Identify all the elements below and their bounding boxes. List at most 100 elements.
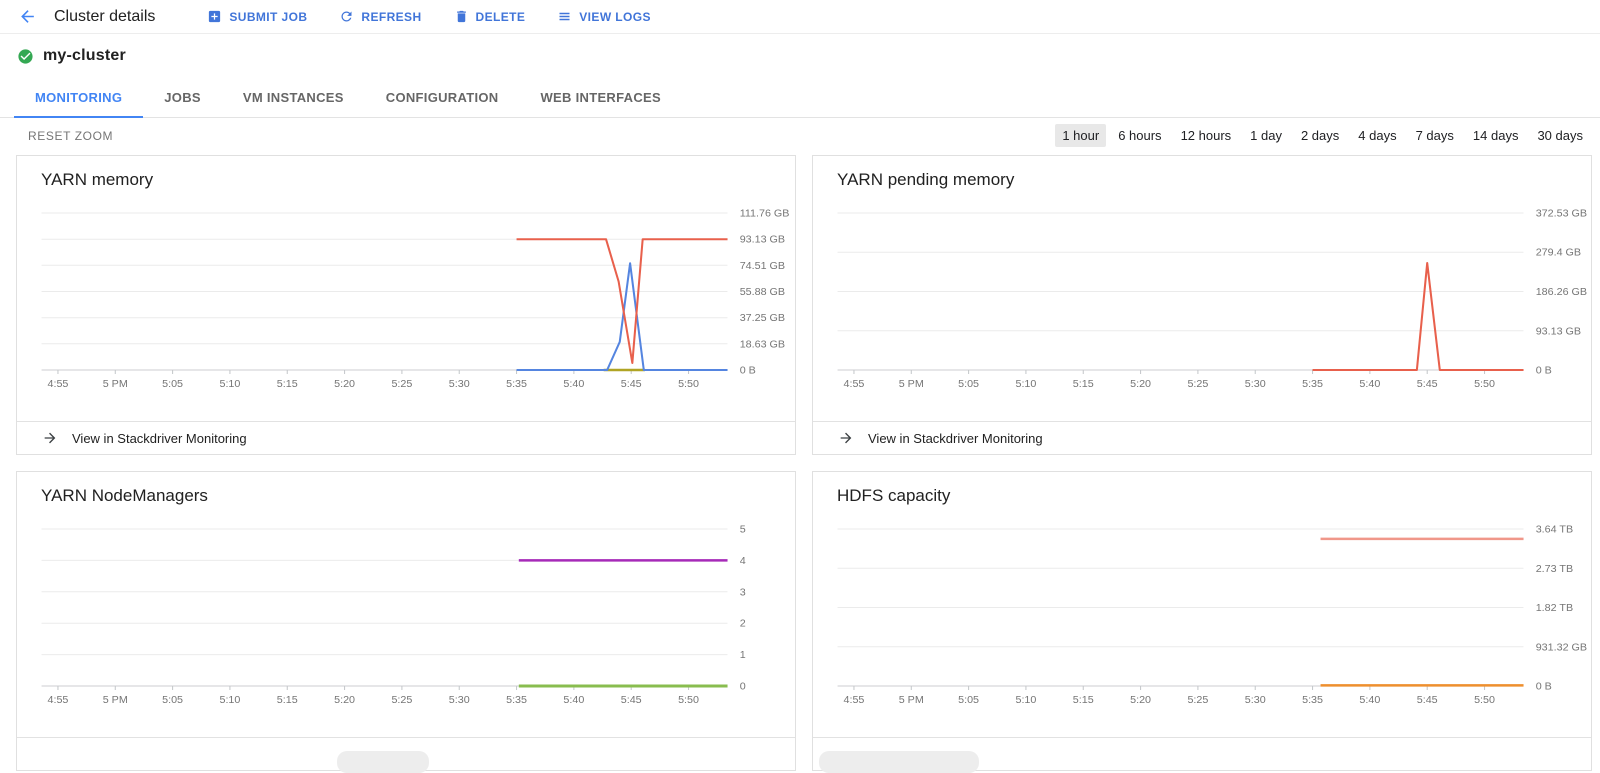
svg-text:5:40: 5:40 [1359,694,1380,706]
stackdriver-link-row[interactable] [813,737,1591,770]
svg-text:0 B: 0 B [1536,681,1552,693]
yarn-pending-memory-card: YARN pending memory 372.53 GB 279.4 GB 186… [812,155,1592,455]
range-12-hours[interactable]: 12 hours [1174,124,1239,147]
svg-text:372.53 GB: 372.53 GB [1536,208,1587,220]
svg-text:3.64 TB: 3.64 TB [1536,524,1573,536]
range-1-hour[interactable]: 1 hour [1055,124,1106,147]
svg-text:5:05: 5:05 [162,694,183,706]
svg-text:93.13 GB: 93.13 GB [740,234,785,246]
range-7-days[interactable]: 7 days [1409,124,1461,147]
svg-text:5:50: 5:50 [1474,378,1495,390]
svg-text:5:30: 5:30 [449,694,470,706]
delete-button[interactable]: DELETE [454,9,526,24]
chart-title: YARN memory [17,156,795,200]
list-lines-icon [557,9,572,24]
svg-text:5:20: 5:20 [1130,378,1151,390]
stackdriver-link-row[interactable] [17,737,795,770]
svg-text:2: 2 [740,618,746,630]
svg-text:5:30: 5:30 [1245,378,1266,390]
cluster-name: my-cluster [43,47,126,65]
tab-configuration[interactable]: CONFIGURATION [365,78,520,118]
tab-web-interfaces[interactable]: WEB INTERFACES [519,78,681,118]
range-4-days[interactable]: 4 days [1351,124,1403,147]
refresh-label: REFRESH [361,10,421,24]
svg-text:4:55: 4:55 [843,378,864,390]
range-1-day[interactable]: 1 day [1243,124,1289,147]
reset-zoom-button[interactable]: RESET ZOOM [28,129,113,143]
svg-text:5:25: 5:25 [1187,378,1208,390]
submit-job-button[interactable]: SUBMIT JOB [207,9,307,24]
tab-vm-instances[interactable]: VM INSTANCES [222,78,365,118]
view-logs-label: VIEW LOGS [579,10,651,24]
svg-text:5:25: 5:25 [391,694,412,706]
svg-text:5 PM: 5 PM [103,694,128,706]
yarn-nodemanagers-chart[interactable]: 5432104:555 PM5:055:105:155:205:255:305:… [17,516,795,737]
svg-text:5:10: 5:10 [219,694,240,706]
svg-text:93.13 GB: 93.13 GB [1536,325,1581,337]
hdfs-capacity-chart[interactable]: 3.64 TB 2.73 TB 1.82 TB 931.32 GB 0 B 4:55 5 P… [813,516,1591,737]
svg-text:5:30: 5:30 [1245,694,1266,706]
status-ok-icon [17,48,34,65]
view-logs-button[interactable]: VIEW LOGS [557,9,651,24]
svg-text:55.88 GB: 55.88 GB [740,286,785,298]
svg-text:1.82 TB: 1.82 TB [1536,602,1573,614]
svg-text:5:45: 5:45 [621,694,642,706]
yarn-pending-memory-chart[interactable]: 372.53 GB 279.4 GB 186.26 GB 93.13 GB 0 B 4:5… [813,200,1591,421]
svg-text:5 PM: 5 PM [899,378,924,390]
range-6-hours[interactable]: 6 hours [1111,124,1168,147]
yarn-nodemanagers-card: YARN NodeManagers 5432104:555 PM5:055:10… [16,471,796,771]
svg-text:5:20: 5:20 [334,694,355,706]
svg-text:5:40: 5:40 [563,378,584,390]
svg-text:5:30: 5:30 [449,378,470,390]
svg-text:5:20: 5:20 [1130,694,1151,706]
svg-text:4:55: 4:55 [843,694,864,706]
tab-monitoring[interactable]: MONITORING [14,78,143,118]
svg-text:5:15: 5:15 [1073,694,1094,706]
svg-text:5:20: 5:20 [334,378,355,390]
svg-text:5:40: 5:40 [1359,378,1380,390]
svg-text:5:45: 5:45 [621,378,642,390]
svg-text:4: 4 [740,555,746,567]
chart-toolbar: RESET ZOOM 1 hour 6 hours 12 hours 1 day… [0,118,1600,153]
back-button[interactable] [14,4,40,30]
svg-text:5:15: 5:15 [277,378,298,390]
range-14-days[interactable]: 14 days [1466,124,1526,147]
svg-text:2.73 TB: 2.73 TB [1536,563,1573,575]
charts-grid: YARN memory 111.76 GB93.13 GB74.51 GB55.… [0,153,1600,771]
svg-text:5:15: 5:15 [277,694,298,706]
delete-label: DELETE [476,10,526,24]
time-range-group: 1 hour 6 hours 12 hours 1 day 2 days 4 d… [1055,124,1590,147]
svg-text:4:55: 4:55 [47,378,68,390]
svg-text:5:35: 5:35 [1302,378,1323,390]
chart-title: YARN NodeManagers [17,472,795,516]
page-title: Cluster details [54,8,155,26]
range-30-days[interactable]: 30 days [1530,124,1590,147]
refresh-button[interactable]: REFRESH [339,9,421,24]
svg-text:5:15: 5:15 [1073,378,1094,390]
svg-text:5:05: 5:05 [162,378,183,390]
app-header: Cluster details SUBMIT JOB REFRESH DELET… [0,0,1600,34]
arrow-forward-icon [42,430,58,446]
svg-text:5:35: 5:35 [506,694,527,706]
hdfs-capacity-card: HDFS capacity 3.64 TB2.73 TB1.82 TB931.3… [812,471,1592,771]
svg-text:5 PM: 5 PM [899,694,924,706]
stackdriver-link-row[interactable]: View in Stackdriver Monitoring [813,421,1591,454]
svg-text:4:55: 4:55 [47,694,68,706]
tab-jobs[interactable]: JOBS [143,78,222,118]
stackdriver-link-row[interactable]: View in Stackdriver Monitoring [17,421,795,454]
yarn-memory-chart[interactable]: 111.76 GB93.13 GB74.51 GB55.88 GB37.25 G… [17,200,795,421]
svg-text:5:45: 5:45 [1417,378,1438,390]
svg-text:0 B: 0 B [1536,365,1552,377]
svg-text:186.26 GB: 186.26 GB [1536,286,1587,298]
svg-text:37.25 GB: 37.25 GB [740,312,785,324]
svg-text:279.4 GB: 279.4 GB [1536,247,1581,259]
svg-text:1: 1 [740,649,746,661]
yarn-memory-card: YARN memory 111.76 GB93.13 GB74.51 GB55.… [16,155,796,455]
chart-title: YARN pending memory [813,156,1591,200]
svg-text:931.32 GB: 931.32 GB [1536,641,1587,653]
arrow-back-icon [18,7,37,26]
svg-text:5:10: 5:10 [1015,378,1036,390]
submit-job-label: SUBMIT JOB [229,10,307,24]
range-2-days[interactable]: 2 days [1294,124,1346,147]
svg-text:5:25: 5:25 [391,378,412,390]
